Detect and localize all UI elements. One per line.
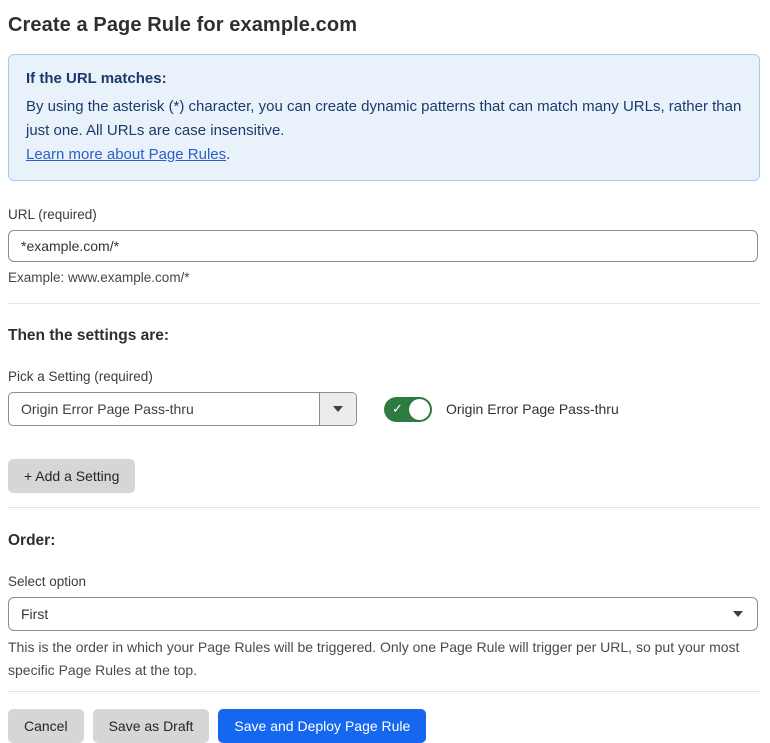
- order-select-value: First: [21, 606, 49, 622]
- learn-more-link[interactable]: Learn more about Page Rules: [26, 146, 226, 163]
- cancel-button[interactable]: Cancel: [8, 709, 84, 743]
- divider: [8, 303, 760, 304]
- add-setting-button[interactable]: + Add a Setting: [8, 459, 136, 493]
- divider: [8, 507, 760, 508]
- url-input[interactable]: [8, 230, 758, 262]
- toggle-knob: [409, 398, 430, 420]
- order-helper-text: This is the order in which your Page Rul…: [8, 639, 740, 678]
- pick-setting-label: Pick a Setting (required): [8, 369, 153, 384]
- setting-picker-arrow-button[interactable]: [319, 393, 356, 425]
- setting-picker-dropdown[interactable]: Origin Error Page Pass-thru: [8, 392, 357, 426]
- setting-picker-value: Origin Error Page Pass-thru: [21, 401, 194, 417]
- link-suffix: .: [226, 146, 231, 163]
- url-field-label: URL (required): [8, 207, 97, 222]
- info-box-body: By using the asterisk (*) character, you…: [26, 98, 742, 139]
- url-example-helper: Example: www.example.com/*: [8, 270, 190, 285]
- footer-actions: Cancel Save as Draft Save and Deploy Pag…: [8, 709, 760, 743]
- url-match-info-box: If the URL matches: By using the asteris…: [8, 54, 760, 181]
- setting-row: Origin Error Page Pass-thru ✓ Origin Err…: [8, 392, 760, 426]
- check-icon: ✓: [392, 401, 403, 417]
- save-as-draft-button[interactable]: Save as Draft: [92, 709, 210, 743]
- chevron-down-icon: [733, 611, 743, 617]
- page-rule-form: Create a Page Rule for example.com If th…: [0, 0, 770, 743]
- divider: [8, 691, 760, 692]
- settings-section-heading: Then the settings are:: [8, 327, 170, 344]
- info-box-link-line: Learn more about Page Rules.: [26, 143, 742, 167]
- order-section-heading: Order:: [8, 532, 56, 549]
- order-select-label: Select option: [8, 574, 87, 589]
- chevron-down-icon: [333, 406, 343, 412]
- page-title: Create a Page Rule for example.com: [8, 14, 358, 36]
- save-and-deploy-button[interactable]: Save and Deploy Page Rule: [218, 709, 427, 743]
- info-box-heading: If the URL matches:: [26, 70, 167, 87]
- order-select[interactable]: First: [8, 597, 758, 631]
- toggle-label: Origin Error Page Pass-thru: [446, 401, 619, 417]
- origin-error-toggle[interactable]: ✓: [384, 396, 432, 422]
